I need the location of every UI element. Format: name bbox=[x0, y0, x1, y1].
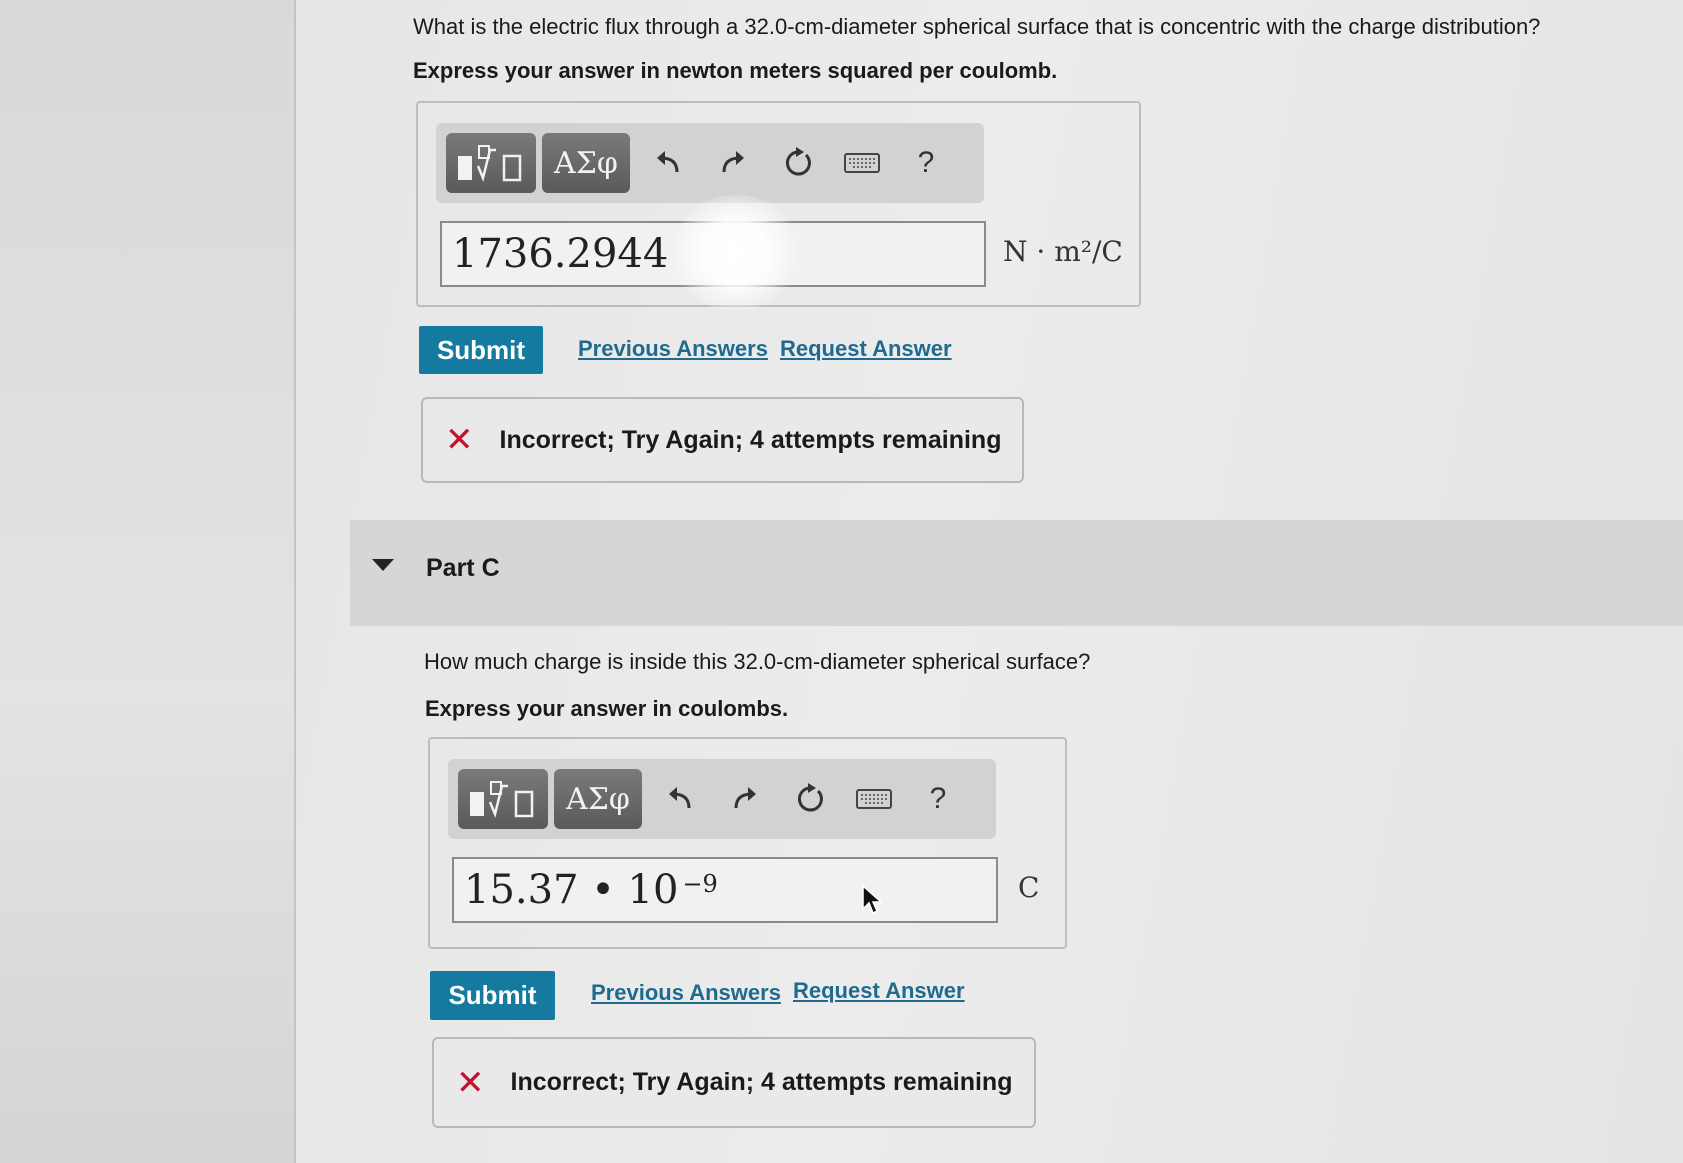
error-x-icon: ✕ bbox=[456, 1063, 485, 1102]
undo-icon[interactable] bbox=[660, 779, 700, 819]
part-title: Part C bbox=[426, 554, 500, 582]
help-icon[interactable]: ? bbox=[918, 779, 958, 819]
question-text: What is the electric flux through a 32.0… bbox=[413, 14, 1541, 39]
part-c-header[interactable] bbox=[350, 520, 1683, 626]
feedback-box: ✕ Incorrect; Try Again; 4 attempts remai… bbox=[432, 1037, 1036, 1128]
previous-answers-link[interactable]: Previous Answers bbox=[591, 980, 781, 1006]
mouse-cursor-icon bbox=[862, 885, 882, 915]
answer-input[interactable]: 15.37 • 10 −9 bbox=[452, 857, 998, 923]
math-toolbar: ΑΣφ ? bbox=[436, 123, 984, 203]
help-icon[interactable]: ? bbox=[906, 143, 946, 183]
undo-icon[interactable] bbox=[648, 143, 688, 183]
submit-button[interactable]: Submit bbox=[419, 326, 543, 374]
question-text: How much charge is inside this 32.0-cm-d… bbox=[424, 649, 1091, 674]
feedback-message: Incorrect; Try Again; 4 attempts remaini… bbox=[510, 1068, 1013, 1096]
reset-icon[interactable] bbox=[790, 779, 830, 819]
left-panel bbox=[0, 0, 296, 1163]
math-toolbar: ΑΣφ ? bbox=[448, 759, 996, 839]
unit-label: N · m²/C bbox=[1003, 235, 1123, 268]
previous-answers-link[interactable]: Previous Answers bbox=[578, 336, 768, 362]
reset-icon[interactable] bbox=[778, 143, 818, 183]
keyboard-icon[interactable] bbox=[842, 143, 882, 183]
greek-symbols-button[interactable]: ΑΣφ bbox=[554, 769, 642, 829]
instruction-text: Express your answer in newton meters squ… bbox=[413, 58, 1058, 83]
error-x-icon: ✕ bbox=[445, 421, 474, 459]
keyboard-icon[interactable] bbox=[854, 779, 894, 819]
input-mantissa: 15.37 • 10 bbox=[464, 867, 679, 913]
templates-icon bbox=[458, 145, 522, 182]
answer-box: ΑΣφ ? 15.37 • 10 −9 C bbox=[428, 737, 1067, 949]
greek-label: ΑΣφ bbox=[554, 145, 618, 181]
feedback-message: Incorrect; Try Again; 4 attempts remaini… bbox=[499, 425, 1002, 454]
greek-label: ΑΣφ bbox=[566, 781, 630, 817]
collapse-caret-icon[interactable] bbox=[372, 559, 394, 571]
feedback-box: ✕ Incorrect; Try Again; 4 attempts remai… bbox=[421, 397, 1024, 483]
unit-label: C bbox=[1018, 871, 1040, 904]
templates-icon bbox=[470, 781, 534, 818]
redo-icon[interactable] bbox=[725, 779, 765, 819]
request-answer-link[interactable]: Request Answer bbox=[780, 336, 952, 362]
input-exponent: −9 bbox=[682, 870, 718, 898]
redo-icon[interactable] bbox=[713, 143, 753, 183]
templates-button[interactable] bbox=[446, 133, 536, 193]
screen-glare bbox=[665, 195, 805, 310]
greek-symbols-button[interactable]: ΑΣφ bbox=[542, 133, 630, 193]
templates-button[interactable] bbox=[458, 769, 548, 829]
submit-button[interactable]: Submit bbox=[430, 971, 555, 1020]
request-answer-link[interactable]: Request Answer bbox=[793, 978, 965, 1004]
instruction-text: Express your answer in coulombs. bbox=[425, 696, 789, 721]
